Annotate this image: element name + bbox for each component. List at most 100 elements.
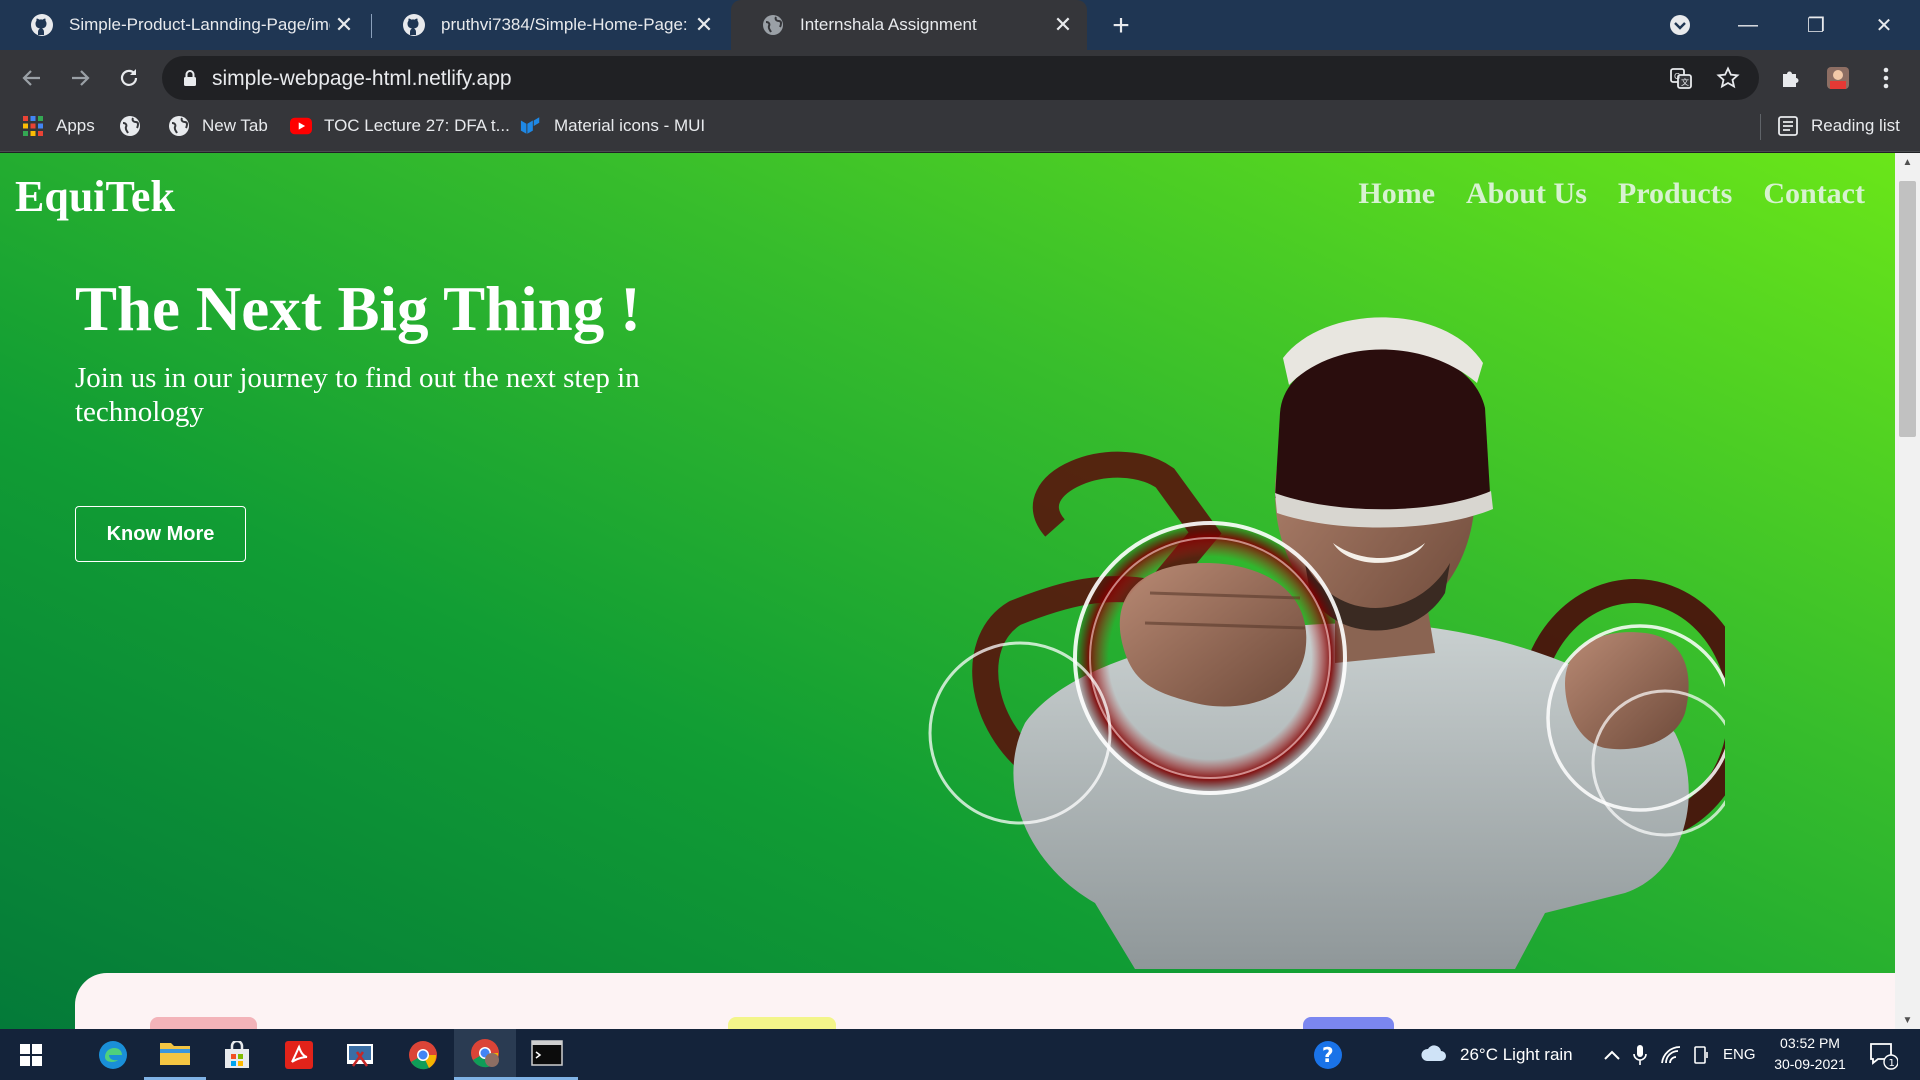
nav-link-about-us[interactable]: About Us	[1466, 177, 1587, 211]
svg-text:文: 文	[1681, 77, 1689, 87]
tab-search-button[interactable]	[1650, 0, 1710, 50]
close-tab-icon[interactable]: ✕	[1049, 11, 1077, 39]
new-tab-button[interactable]: +	[1105, 9, 1137, 42]
menu-kebab-icon[interactable]	[1870, 62, 1902, 94]
terminal-icon	[531, 1040, 563, 1066]
close-tab-icon[interactable]: ✕	[330, 11, 358, 39]
svg-text:G: G	[1674, 72, 1680, 81]
reading-list-icon	[1777, 115, 1799, 137]
minimize-button[interactable]: —	[1718, 0, 1778, 50]
taskbar-file-explorer[interactable]	[144, 1029, 206, 1080]
show-hidden-icons-chevron-up-icon[interactable]	[1603, 1029, 1621, 1080]
globe-icon	[119, 115, 141, 137]
reload-button[interactable]	[113, 62, 145, 94]
features-card	[75, 973, 1895, 1029]
bookmark-toc-lecture[interactable]: TOC Lecture 27: DFA t...	[290, 106, 510, 146]
reading-list-label: Reading list	[1811, 116, 1900, 135]
cloud-rain-icon	[1421, 1044, 1446, 1061]
taskbar-chrome-profile-active[interactable]	[454, 1029, 516, 1080]
taskbar-terminal[interactable]	[516, 1029, 578, 1080]
browser-toolbar: simple-webpage-html.netlify.app G文	[0, 50, 1920, 106]
chrome-icon	[409, 1040, 437, 1069]
tab-simple-home-page[interactable]: pruthvi7384/Simple-Home-Page: I h ✕	[372, 0, 728, 50]
scrollbar-thumb[interactable]	[1899, 181, 1916, 437]
bookmark-star-icon[interactable]	[1714, 64, 1742, 92]
hero-subtitle: Join us in our journey to find out the n…	[75, 362, 640, 428]
system-clock[interactable]: 03:52 PM 30-09-2021	[1760, 1033, 1860, 1075]
scroll-up-arrow-icon[interactable]: ▲	[1895, 153, 1920, 171]
start-button[interactable]	[0, 1029, 62, 1080]
tab-internshala-assignment[interactable]: Internshala Assignment ✕	[731, 0, 1087, 50]
github-icon	[29, 12, 55, 38]
close-window-button[interactable]: ✕	[1854, 0, 1914, 50]
folder-icon	[160, 1043, 190, 1065]
bookmark-material-icons[interactable]: Material icons - MUI	[520, 106, 705, 146]
svg-text:?: ?	[1322, 1043, 1334, 1067]
weather-widget[interactable]: 26°C Light rain	[1420, 1029, 1573, 1080]
extensions-puzzle-icon[interactable]	[1775, 62, 1807, 94]
notification-center-icon[interactable]: 1	[1868, 1029, 1898, 1080]
nav-link-home[interactable]: Home	[1358, 177, 1435, 211]
edge-icon	[99, 1040, 127, 1069]
back-button[interactable]	[16, 62, 48, 94]
restore-button[interactable]: ❐	[1786, 0, 1846, 50]
bookmarks-bar: Apps New Tab TOC Lecture 27: DFA t... Ma…	[0, 106, 1920, 152]
taskbar-store[interactable]	[206, 1029, 268, 1080]
windows-taskbar: ? 26°C Light rain ENG 03:52 PM 30-09-202…	[0, 1029, 1920, 1080]
address-bar[interactable]: simple-webpage-html.netlify.app G文	[162, 56, 1759, 100]
github-icon	[401, 12, 427, 38]
vr-headset-man-image	[928, 317, 1725, 969]
chevron-down-circle-icon	[1670, 15, 1690, 35]
bookmark-label: Material icons - MUI	[554, 116, 706, 135]
snipping-tool-icon	[347, 1043, 373, 1067]
scroll-down-arrow-icon[interactable]: ▼	[1895, 1011, 1920, 1029]
nav-link-products[interactable]: Products	[1618, 177, 1732, 211]
taskbar-snipping-tool[interactable]	[330, 1029, 392, 1080]
arrow-left-icon	[22, 70, 40, 86]
tab-title: pruthvi7384/Simple-Home-Page: I h	[441, 15, 690, 34]
page-viewport: EquiTek Home About Us Products Contact T…	[0, 153, 1895, 1029]
apps-grid-icon	[22, 115, 44, 137]
taskbar-edge[interactable]	[82, 1029, 144, 1080]
forward-button[interactable]	[64, 62, 96, 94]
bookmark-label: Apps	[56, 116, 95, 135]
feature-chip-pink	[150, 1017, 257, 1029]
help-icon[interactable]: ?	[1312, 1029, 1344, 1080]
clock-time: 03:52 PM	[1780, 1035, 1840, 1051]
arrow-right-icon	[72, 70, 90, 86]
bookmark-label: New Tab	[202, 116, 268, 135]
brand-logo[interactable]: EquiTek	[15, 171, 175, 222]
profile-avatar[interactable]	[1822, 62, 1854, 94]
translate-icon[interactable]: G文	[1667, 64, 1695, 92]
tab-title: Internshala Assignment	[800, 15, 977, 34]
microphone-icon[interactable]	[1633, 1029, 1647, 1080]
bookmark-new-tab[interactable]: New Tab	[168, 106, 268, 146]
feature-chip-yellow	[728, 1017, 836, 1029]
bookmarks-divider	[1760, 114, 1761, 140]
windows-logo-icon	[20, 1043, 42, 1066]
close-tab-icon[interactable]: ✕	[690, 11, 718, 39]
youtube-icon	[290, 115, 312, 137]
tab-simple-product-landing[interactable]: Simple-Product-Lannding-Page/img ✕	[0, 0, 368, 50]
hero-title: The Next Big Thing !	[75, 274, 641, 344]
clock-date: 30-09-2021	[1774, 1056, 1846, 1072]
reading-list-button[interactable]: Reading list	[1777, 106, 1900, 146]
wifi-icon[interactable]	[1660, 1029, 1682, 1080]
language-indicator[interactable]: ENG	[1723, 1029, 1756, 1080]
speaker-icon[interactable]	[1692, 1029, 1712, 1080]
page-scrollbar[interactable]: ▲ ▼	[1895, 153, 1920, 1029]
bookmark-label: TOC Lecture 27: DFA t...	[324, 116, 510, 135]
tab-strip: Simple-Product-Lannding-Page/img ✕ pruth…	[0, 0, 1920, 50]
taskbar-acrobat[interactable]	[268, 1029, 330, 1080]
lock-icon	[184, 70, 196, 86]
bookmark-globe[interactable]	[119, 106, 153, 146]
url-text: simple-webpage-html.netlify.app	[212, 67, 512, 90]
know-more-button[interactable]: Know More	[75, 506, 246, 562]
chrome-profile-icon	[471, 1039, 499, 1068]
bookmark-apps[interactable]: Apps	[22, 106, 95, 146]
store-bag-icon	[225, 1040, 249, 1068]
main-nav: Home About Us Products Contact	[1358, 177, 1865, 211]
taskbar-chrome[interactable]	[392, 1029, 454, 1080]
nav-link-contact[interactable]: Contact	[1763, 177, 1865, 211]
acrobat-pdf-icon	[285, 1040, 313, 1069]
